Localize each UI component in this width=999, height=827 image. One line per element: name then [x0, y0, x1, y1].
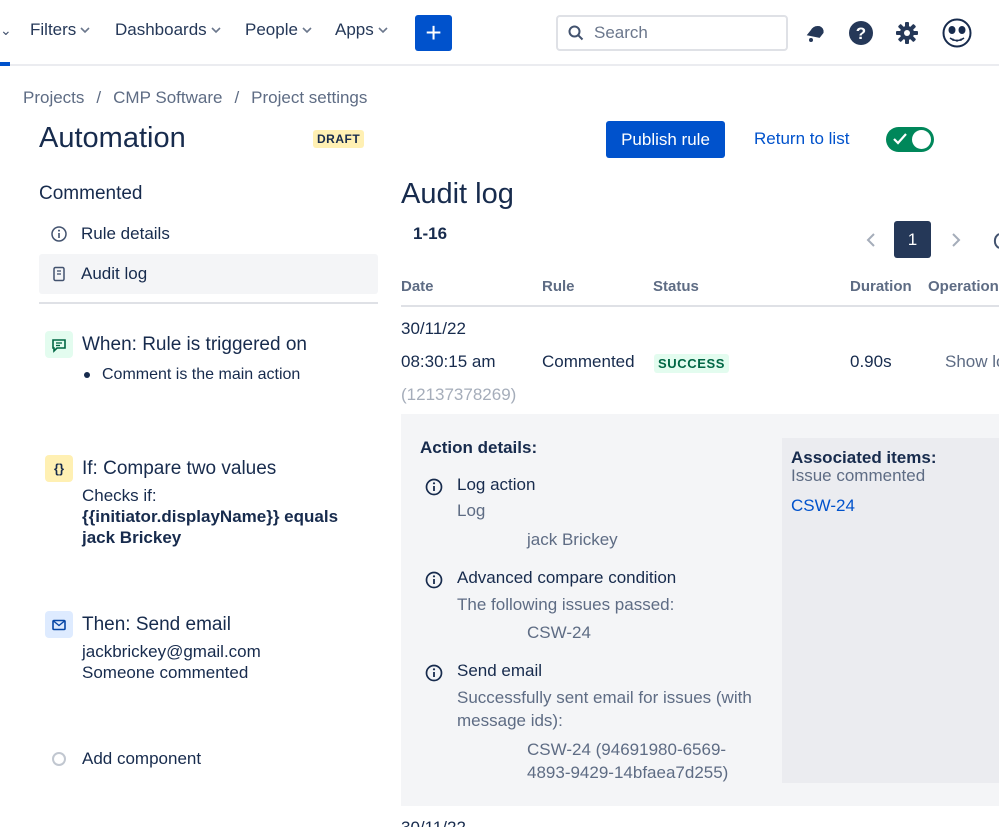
audit-log-title: Audit log — [401, 178, 514, 210]
status-badge: DRAFT — [313, 130, 365, 148]
column-header-date[interactable]: Date — [401, 278, 434, 295]
notifications-icon[interactable] — [800, 18, 830, 48]
breadcrumb-project[interactable]: CMP Software — [113, 88, 222, 108]
sidebar-item-audit-log[interactable]: Audit log — [39, 254, 378, 294]
active-nav-indicator — [0, 62, 10, 66]
condition-title[interactable]: If: Compare two values — [82, 458, 276, 480]
check-icon — [893, 133, 907, 145]
help-icon[interactable]: ? — [846, 18, 876, 48]
pagination-page-current[interactable]: 1 — [894, 221, 931, 258]
action-compare-title: Advanced compare condition — [457, 568, 677, 587]
rule-name: Commented — [39, 183, 143, 204]
create-button[interactable]: + — [415, 15, 452, 51]
row-execution-id: (12137378269) — [401, 385, 517, 404]
condition-label: Checks if: — [82, 486, 157, 505]
avatar[interactable] — [942, 18, 972, 48]
info-icon — [51, 226, 67, 242]
nav-apps[interactable]: Apps — [335, 20, 388, 40]
action-subject: Someone commented — [82, 663, 249, 682]
table-header-divider — [401, 305, 999, 307]
trigger-detail: Comment is the main action — [84, 366, 300, 384]
settings-icon[interactable] — [892, 18, 922, 48]
chevron-right-icon[interactable] — [943, 228, 967, 252]
breadcrumb: Projects / CMP Software / Project settin… — [23, 88, 367, 108]
nav-apps-label: Apps — [335, 20, 374, 39]
action-recipient: jackbrickey@gmail.com — [82, 642, 261, 661]
comment-icon — [45, 331, 73, 358]
condition-expression: {{initiator.displayName}} equals — [82, 507, 339, 526]
condition-value: jack Brickey — [82, 528, 182, 547]
rule-enabled-toggle[interactable] — [886, 127, 934, 152]
show-logs-link[interactable]: Show logs — [945, 352, 999, 372]
chevron-down-icon — [302, 27, 312, 34]
chevron-left-icon[interactable] — [860, 228, 884, 252]
info-icon — [425, 478, 443, 496]
sidebar-item-rule-details[interactable]: Rule details — [39, 214, 378, 254]
action-compare-value: CSW-24 — [527, 623, 591, 642]
status-badge: SUCCESS — [654, 354, 730, 373]
page-title: Automation — [39, 122, 186, 154]
email-icon — [45, 611, 73, 638]
column-header-rule[interactable]: Rule — [542, 278, 575, 295]
sidebar-item-label: Rule details — [81, 224, 170, 243]
bullet-dot — [84, 372, 90, 378]
action-email-value: CSW-24 (94691980-6569-4893-9429-14bfaea7… — [527, 740, 729, 782]
associated-items-subtitle: Issue commented — [791, 466, 926, 485]
action-log-value: jack Brickey — [527, 530, 618, 549]
row-time: 08:30:15 am — [401, 352, 496, 371]
chevron-down-icon — [80, 27, 90, 34]
row-duration: 0.90s — [850, 352, 892, 371]
nav-filters-label: Filters — [30, 20, 77, 39]
toggle-knob — [912, 130, 931, 149]
result-range: 1-16 — [413, 224, 448, 243]
row-date: 30/11/22 — [401, 319, 466, 338]
column-header-duration[interactable]: Duration — [850, 278, 912, 295]
nav-dashboards[interactable]: Dashboards — [115, 20, 221, 40]
action-log-title: Log action — [457, 475, 536, 494]
action-log-subtitle: Log — [457, 501, 486, 520]
nav-filters[interactable]: Filters — [30, 20, 90, 40]
action-email-subtitle: Successfully sent email for issues (with… — [457, 688, 752, 730]
chevron-down-icon — [378, 27, 388, 34]
info-icon — [425, 571, 443, 589]
return-to-list-link[interactable]: Return to list — [754, 129, 849, 149]
trigger-bullet: Comment is the main action — [102, 366, 301, 383]
trigger-title[interactable]: When: Rule is triggered on — [82, 334, 307, 356]
breadcrumb-separator: / — [96, 88, 102, 107]
action-email-title: Send email — [457, 661, 543, 680]
row-rule: Commented — [542, 352, 635, 371]
action-details-title: Action details: — [420, 438, 538, 457]
chevron-down-icon — [211, 27, 221, 34]
breadcrumb-projects[interactable]: Projects — [23, 88, 84, 108]
refresh-icon[interactable] — [990, 230, 999, 250]
breadcrumb-separator: / — [234, 88, 240, 107]
nav-people-label: People — [245, 20, 298, 39]
publish-rule-button[interactable]: Publish rule — [606, 121, 725, 158]
nav-people[interactable]: People — [245, 20, 312, 40]
row-date: 30/11/22 — [401, 818, 466, 827]
column-header-status[interactable]: Status — [653, 278, 699, 295]
column-header-operations[interactable]: Operations — [928, 278, 999, 295]
search-box[interactable] — [556, 15, 788, 51]
action-compare-subtitle: The following issues passed: — [457, 595, 675, 614]
add-component-label: Add component — [82, 749, 202, 768]
sidebar-divider — [39, 302, 378, 304]
issue-link[interactable]: CSW-24 — [791, 496, 855, 516]
top-navigation: ⌄ Filters Dashboards People Apps + ? — [0, 0, 999, 66]
condition-icon: {} — [45, 455, 73, 482]
associated-items-title: Associated items: — [791, 448, 937, 467]
search-icon — [568, 25, 584, 41]
add-component-circle-icon — [52, 752, 66, 766]
svg-text:?: ? — [856, 24, 866, 43]
action-title[interactable]: Then: Send email — [82, 614, 231, 636]
info-icon — [425, 664, 443, 682]
search-input[interactable] — [594, 23, 774, 43]
add-component-button[interactable]: Add component — [52, 749, 201, 769]
document-icon — [53, 266, 65, 282]
associated-items-panel — [782, 438, 999, 783]
nav-dashboards-label: Dashboards — [115, 20, 207, 39]
sidebar-item-label: Audit log — [81, 264, 148, 283]
breadcrumb-settings[interactable]: Project settings — [251, 88, 367, 108]
chevron-down-icon[interactable]: ⌄ — [0, 22, 12, 39]
